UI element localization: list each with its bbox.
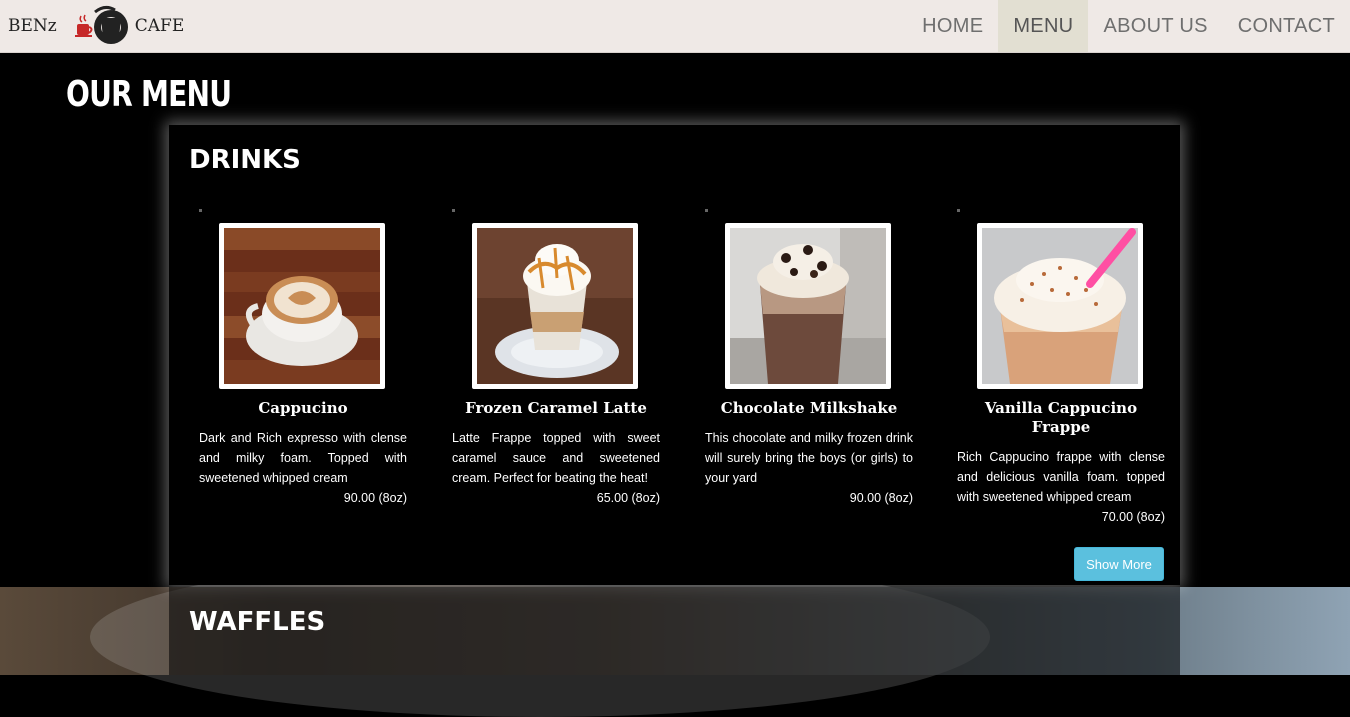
nav-home[interactable]: HOME [907,0,998,52]
item-name: Vanilla Cappucino Frappe [984,399,1138,436]
item-description: Rich Cappucino frappe with clense and de… [957,450,1165,504]
item-price: 90.00 (8oz) [343,491,407,505]
waffles-panel: WAFFLES [169,587,1180,675]
item-description: This chocolate and milky frozen drink wi… [705,431,913,485]
page-title: OUR MENU [66,74,232,115]
item-name: Chocolate Milkshake [720,399,898,417]
item-name: Cappucino [258,399,348,417]
chocolate-milkshake-image[interactable] [725,223,891,389]
item-price: 90.00 (8oz) [849,491,913,505]
brand-text-left: BENz [8,16,57,36]
section-title-waffles: WAFFLES [189,607,326,637]
show-more-button[interactable]: Show More [1074,547,1164,581]
nav-contact[interactable]: CONTACT [1223,0,1350,52]
nav-links: HOME MENU ABOUT US CONTACT [907,0,1350,52]
coffee-pot-logo-icon [74,5,128,44]
carousel-dot [705,209,708,212]
carousel-dot [199,209,202,212]
navbar: BENz CAFE HOME MENU ABOUT US CONTACT [0,0,1350,53]
brand-text-right: CAFE [134,16,185,36]
carousel-dot [452,209,455,212]
item-price: 65.00 (8oz) [596,491,660,505]
item-name: Frozen Caramel Latte [465,399,647,417]
item-description: Dark and Rich expresso with clense and m… [199,431,407,485]
cappucino-image[interactable] [219,223,385,389]
item-description: Latte Frappe topped with sweet caramel s… [452,431,660,485]
drinks-list: Cappucino Dark and Rich expresso with cl… [199,209,1165,529]
item-price: 70.00 (8oz) [1101,510,1165,524]
carousel-dot [957,209,960,212]
vanilla-cappucino-frappe-image[interactable] [977,223,1143,389]
brand[interactable]: BENz CAFE [8,0,184,52]
section-title-drinks: DRINKS [189,145,301,175]
nav-menu[interactable]: MENU [998,0,1089,52]
frozen-caramel-latte-image[interactable] [472,223,638,389]
nav-about-us[interactable]: ABOUT US [1088,0,1222,52]
drinks-panel: DRINKS Cappucino Dark and Rich expresso … [169,125,1180,585]
